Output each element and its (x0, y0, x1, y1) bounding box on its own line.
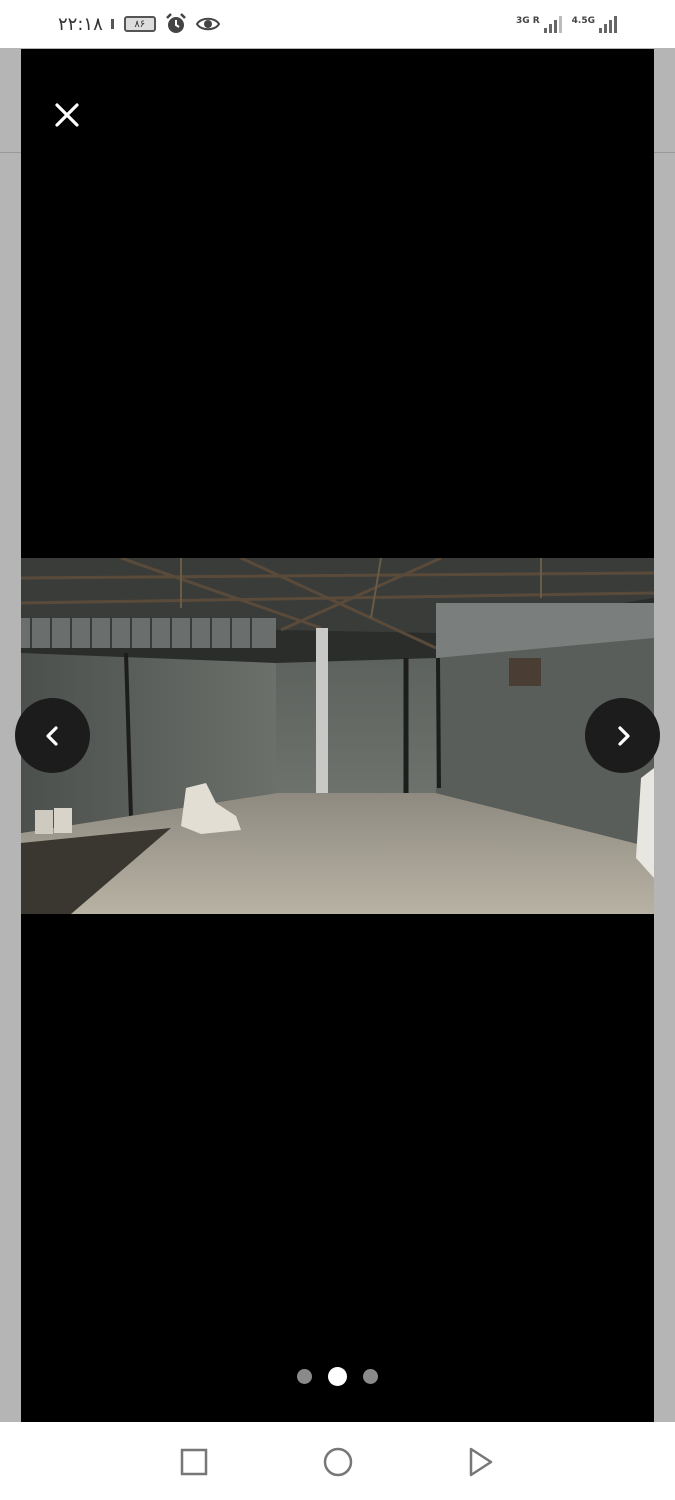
signal-icon-2: 4.5G (571, 15, 617, 33)
home-icon[interactable] (320, 1444, 356, 1480)
battery-terminal (110, 19, 114, 29)
page-dot-3[interactable] (363, 1369, 378, 1384)
back-icon[interactable] (463, 1444, 499, 1480)
alarm-icon (165, 13, 186, 33)
image-viewer (15, 49, 660, 1422)
network-label-1: 3G R (515, 15, 540, 26)
status-right: 3G R 4.5G (516, 10, 617, 38)
warehouse-photo (21, 558, 654, 914)
status-bar: ۲۲:۱۸ ۸۶ 3G R 4.5G (0, 0, 675, 48)
photo-image (21, 558, 654, 914)
system-navigation-bar (0, 1422, 675, 1500)
pagination-dots (21, 1367, 654, 1386)
chevron-left-icon (45, 725, 58, 746)
previous-image-button[interactable] (15, 698, 90, 773)
network-label-2: 4.5G (571, 15, 595, 26)
eye-icon (195, 17, 220, 31)
close-icon[interactable] (51, 99, 83, 131)
next-image-button[interactable] (585, 698, 660, 773)
battery-level: ۸۶ (134, 18, 146, 30)
page-dot-1[interactable] (297, 1369, 312, 1384)
recents-icon[interactable] (176, 1444, 212, 1480)
status-time: ۲۲:۱۸ (58, 13, 103, 35)
page-dot-2-active[interactable] (328, 1367, 347, 1386)
signal-icon: 3G R (515, 15, 562, 33)
battery-icon: ۸۶ (123, 16, 156, 32)
chevron-right-icon (617, 725, 630, 746)
status-left: ۲۲:۱۸ ۸۶ (58, 10, 220, 38)
